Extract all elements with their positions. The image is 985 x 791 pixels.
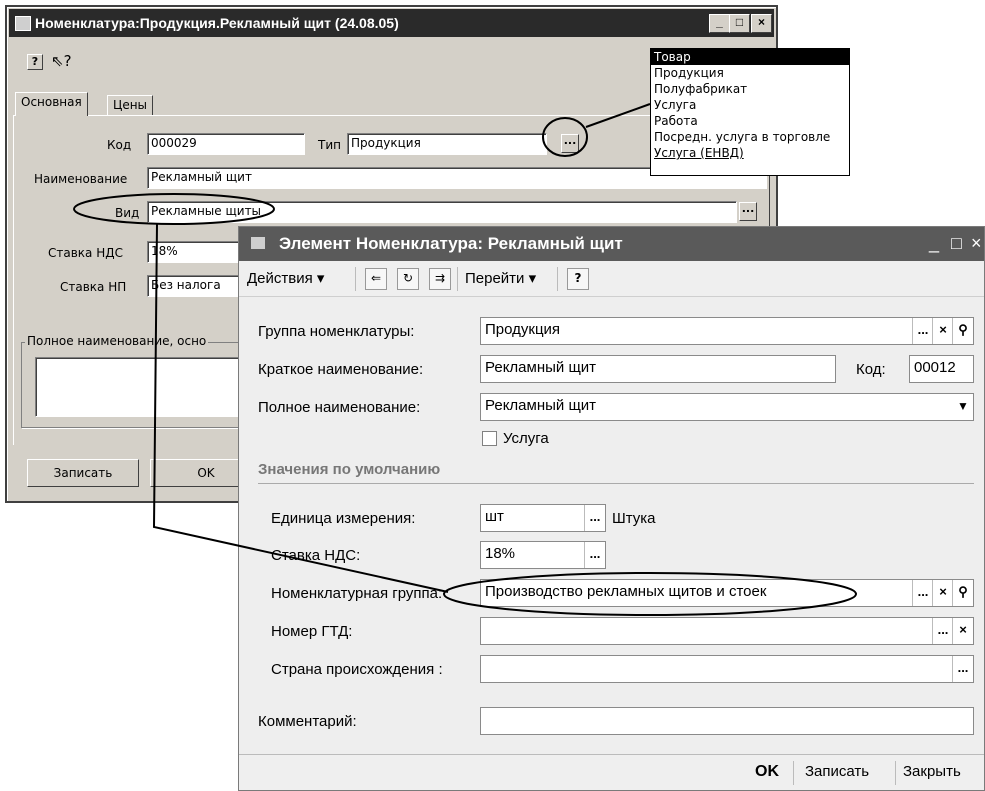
unit-label: Единица измерения: (271, 510, 416, 527)
select-button[interactable]: ... (584, 505, 605, 531)
item-element-window: Элемент Номенклатура: Рекламный щит _ □ … (238, 226, 985, 791)
nomenclature-group-value: Производство рекламных щитов и стоек (485, 583, 767, 600)
select-button[interactable]: ... (952, 656, 973, 682)
dropdown-item-agent-service[interactable]: Посредн. услуга в торговле (651, 129, 849, 145)
unit-field[interactable]: шт ... (480, 504, 606, 532)
actions-menu[interactable]: Действия ▾ (247, 269, 324, 287)
maximize-button[interactable]: □ (729, 14, 750, 33)
help-icon[interactable]: ? (27, 54, 43, 70)
tax-label: Ставка НП (60, 280, 127, 294)
select-button[interactable]: ... (912, 318, 933, 344)
service-label: Услуга (503, 430, 549, 447)
full-name-value: Рекламный щит (485, 397, 597, 414)
item-window-titlebar[interactable]: Элемент Номенклатура: Рекламный щит _ □ … (239, 227, 984, 261)
clear-icon[interactable]: × (932, 318, 953, 344)
kind-field[interactable]: Рекламные щиты (147, 201, 737, 223)
clear-icon[interactable]: × (932, 580, 953, 606)
gtd-label: Номер ГТД: (271, 623, 353, 640)
ok-button[interactable]: OK (755, 763, 779, 781)
vat-field[interactable]: 18% (147, 241, 247, 263)
dropdown-item-goods[interactable]: Товар (651, 49, 849, 65)
clear-icon[interactable]: × (952, 618, 973, 644)
close-button[interactable]: × (971, 233, 982, 254)
type-select-button[interactable]: ... (561, 134, 579, 153)
button-separator (793, 761, 794, 785)
item-window-title: Элемент Номенклатура: Рекламный щит (279, 234, 623, 253)
comment-label: Комментарий: (258, 713, 357, 730)
service-checkbox[interactable] (482, 431, 497, 446)
type-dropdown-list[interactable]: Товар Продукция Полуфабрикат Услуга Рабо… (650, 48, 850, 176)
dropdown-item-work[interactable]: Работа (651, 113, 849, 129)
select-button[interactable]: ... (584, 542, 605, 568)
save-button[interactable]: Записать (27, 459, 139, 487)
group-field[interactable]: Продукция ... × ⚲ (480, 317, 974, 345)
code-field[interactable]: 00012 (909, 355, 974, 383)
dropdown-item-service-envd[interactable]: Услуга (ЕНВД) (651, 145, 849, 161)
defaults-section-header: Значения по умолчанию (258, 461, 441, 478)
code-label: Код: (856, 361, 886, 378)
toolbar: Действия ▾ ⇐ ↻ ⇉ Перейти ▾ ? (239, 261, 984, 297)
whats-this-icon[interactable]: ⇖? (51, 52, 72, 70)
select-button[interactable]: ... (912, 580, 933, 606)
vat-value: 18% (485, 545, 516, 562)
group-value: Продукция (485, 321, 561, 338)
goto-menu[interactable]: Перейти ▾ (465, 269, 536, 287)
kind-select-button[interactable]: ... (739, 202, 757, 221)
vat-label: Ставка НДС (48, 246, 123, 260)
dropdown-item-service[interactable]: Услуга (651, 97, 849, 113)
short-name-field[interactable]: Рекламный щит (480, 355, 836, 383)
button-separator (895, 761, 896, 785)
search-icon[interactable]: ⚲ (952, 580, 973, 606)
name-label: Наименование (34, 172, 128, 186)
nomenclature-group-field[interactable]: Производство рекламных щитов и стоек ...… (480, 579, 974, 607)
product-window-titlebar[interactable]: Номенклатура:Продукция.Рекламный щит (24… (9, 9, 774, 37)
type-label: Тип (318, 138, 341, 152)
fullname-field[interactable] (35, 357, 250, 417)
minimize-button[interactable]: _ (709, 14, 730, 33)
full-name-field[interactable]: Рекламный щит ▼ (480, 393, 974, 421)
help-icon[interactable]: ? (567, 268, 589, 290)
dropdown-item-product[interactable]: Продукция (651, 65, 849, 81)
close-button[interactable]: × (751, 14, 772, 33)
product-window-title: Номенклатура:Продукция.Рекламный щит (24… (35, 15, 399, 31)
vat-label: Ставка НДС: (271, 547, 361, 564)
structure-icon[interactable]: ⇉ (429, 268, 451, 290)
nomenclature-group-label: Номенклатурная группа: (271, 585, 443, 602)
dropdown-arrow-icon[interactable]: ▼ (953, 394, 973, 420)
minimize-button[interactable]: _ (929, 233, 939, 254)
close-form-button[interactable]: Закрыть (903, 763, 961, 780)
code-label: Код (107, 138, 132, 152)
form-icon (251, 237, 265, 249)
bottom-button-bar: OK Записать Закрыть (239, 754, 984, 790)
toolbar-separator (355, 267, 356, 291)
unit-name: Штука (612, 510, 656, 527)
tax-field[interactable]: Без налога (147, 275, 247, 297)
short-name-label: Краткое наименование: (258, 361, 424, 378)
country-label: Страна происхождения : (271, 661, 443, 678)
maximize-button[interactable]: □ (951, 233, 962, 254)
unit-value: шт (485, 508, 504, 525)
save-button[interactable]: Записать (805, 763, 869, 780)
kind-label: Вид (115, 206, 140, 220)
select-button[interactable]: ... (932, 618, 953, 644)
code-field[interactable]: 000029 (147, 133, 305, 155)
dropdown-item-semi-product[interactable]: Полуфабрикат (651, 81, 849, 97)
type-field[interactable]: Продукция (347, 133, 547, 155)
arrow-left-icon[interactable]: ⇐ (365, 268, 387, 290)
tab-main[interactable]: Основная (15, 92, 88, 116)
gtd-field[interactable]: ... × (480, 617, 974, 645)
toolbar-separator (457, 267, 458, 291)
refresh-icon[interactable]: ↻ (397, 268, 419, 290)
vat-field[interactable]: 18% ... (480, 541, 606, 569)
search-icon[interactable]: ⚲ (952, 318, 973, 344)
app-icon (15, 16, 31, 31)
full-name-label: Полное наименование: (258, 399, 421, 416)
group-label: Группа номенклатуры: (258, 323, 415, 340)
section-divider (258, 483, 974, 484)
country-field[interactable]: ... (480, 655, 974, 683)
toolbar-separator (557, 267, 558, 291)
fullname-group-label: Полное наименование, осно (25, 334, 209, 348)
tab-prices[interactable]: Цены (107, 95, 154, 116)
comment-field[interactable] (480, 707, 974, 735)
